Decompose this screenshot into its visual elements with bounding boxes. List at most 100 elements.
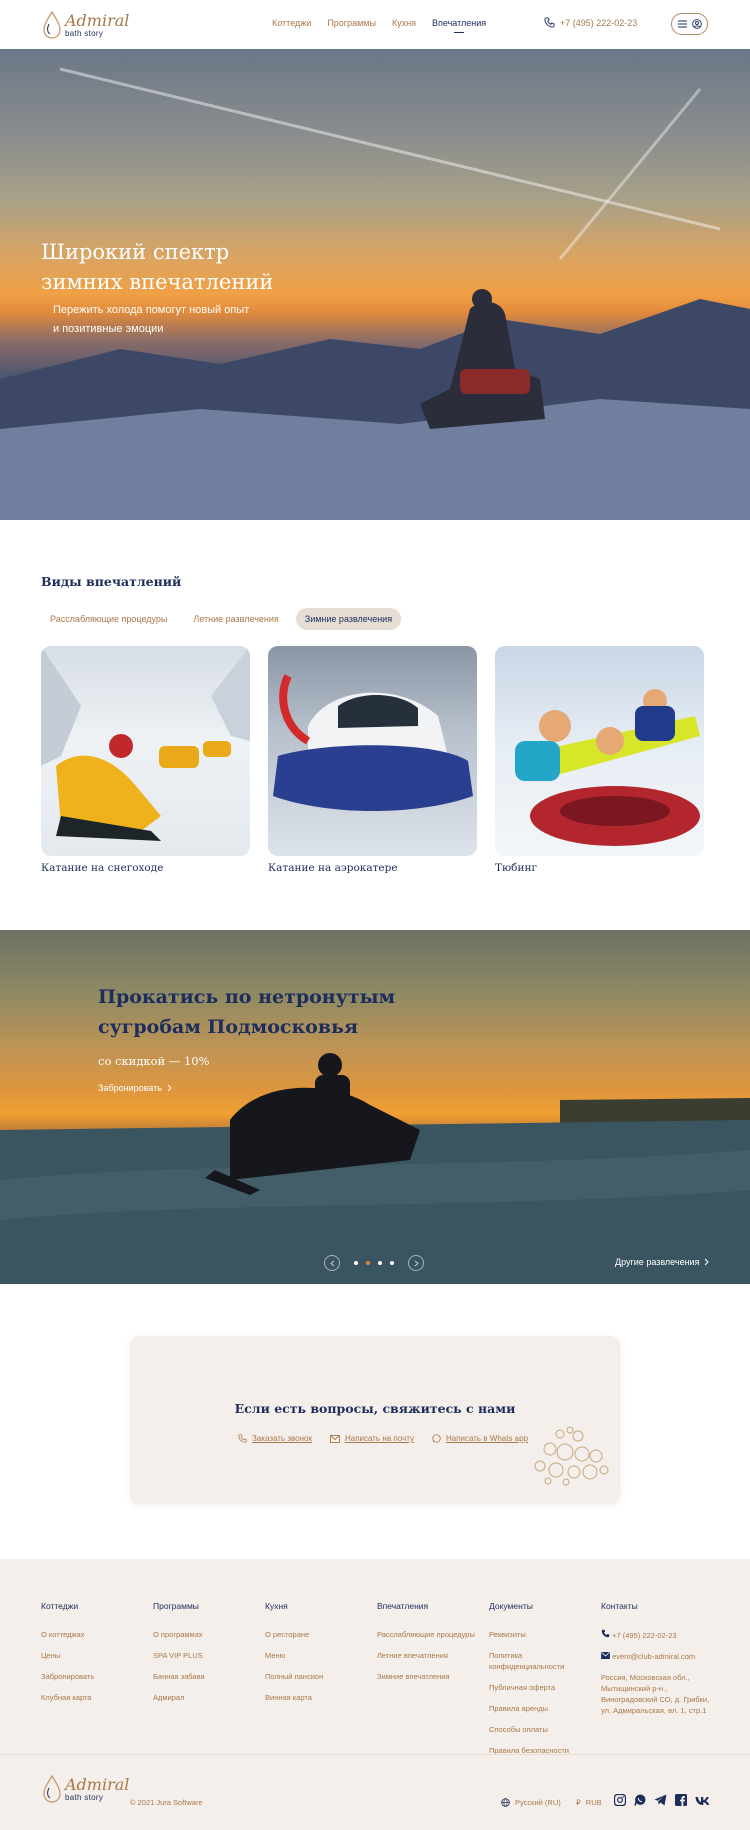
currency-label: RUB	[585, 1798, 602, 1807]
phone-icon	[601, 1629, 610, 1638]
tab-relaxing[interactable]: Расслабляющие процедуры	[41, 608, 176, 630]
footer-col-title: Коттеджи	[41, 1601, 79, 1611]
category-tabs: Расслабляющие процедуры Летние развлечен…	[41, 608, 402, 630]
mail-icon	[330, 1434, 340, 1443]
logo-drop-icon	[43, 1774, 61, 1803]
bubbles-decoration-icon	[534, 1426, 609, 1486]
footer-link[interactable]: Забронировать	[41, 1671, 94, 1682]
slider-dot-2[interactable]	[366, 1261, 370, 1265]
menu-profile-button[interactable]	[671, 13, 708, 35]
order-call-link[interactable]: Заказать звонок	[238, 1434, 312, 1443]
footer-link[interactable]: Банная забава	[153, 1671, 205, 1682]
hero-title: Широкий спектр зимних впечатлений	[41, 237, 273, 297]
section-title: Виды впечатлений	[41, 574, 182, 589]
contact-title: Если есть вопросы, свяжитесь с нами	[234, 1401, 516, 1416]
footer-divider	[0, 1754, 750, 1755]
footer-email: event@club-admiral.com	[612, 1652, 696, 1661]
footer-link[interactable]: Правила аренды	[489, 1703, 579, 1714]
hero-title-line2: зимних впечатлений	[41, 270, 274, 294]
footer-col-cottages: Коттеджи О коттеджах Цены Забронировать …	[41, 1601, 94, 1713]
slider-next-button[interactable]	[408, 1255, 424, 1271]
nav-kitchen[interactable]: Кухня	[392, 18, 416, 28]
hero-subtitle-line1: Пережить холода помогут новый опыт	[53, 304, 250, 316]
whatsapp-icon[interactable]	[634, 1793, 646, 1811]
promo-title-line2: сугробам Подмосковья	[98, 1016, 358, 1038]
site-footer: Коттеджи О коттеджах Цены Забронировать …	[0, 1559, 750, 1830]
book-link[interactable]: Забронировать	[98, 1083, 172, 1093]
currency-selector[interactable]: ₽ RUB	[576, 1798, 602, 1807]
footer-link[interactable]: О программах	[153, 1629, 205, 1640]
user-icon	[691, 19, 702, 29]
hero-subtitle: Пережить холода помогут новый опыт и поз…	[53, 301, 283, 339]
logo-link[interactable]: Admiral bath story	[41, 10, 129, 40]
chevron-right-icon	[705, 1258, 710, 1266]
currency-symbol: ₽	[576, 1798, 581, 1807]
whatsapp-icon	[432, 1434, 441, 1443]
footer-link[interactable]: Публичная оферта	[489, 1682, 579, 1693]
book-link-label: Забронировать	[98, 1083, 162, 1093]
footer-link[interactable]: Расслабляющие процедуры	[377, 1629, 475, 1640]
footer-link[interactable]: Адмирал	[153, 1692, 205, 1703]
footer-email-link[interactable]: event@club-admiral.com	[601, 1651, 716, 1662]
footer-link[interactable]: SPA VIP PLUS	[153, 1650, 205, 1661]
whatsapp-link[interactable]: Написать в Whats app	[432, 1434, 528, 1443]
card-snowmobile[interactable]: Катание на снегоходе	[41, 646, 250, 874]
footer-col-programs: Программы О программах SPA VIP PLUS Банн…	[153, 1601, 205, 1713]
footer-col-title: Впечатления	[377, 1601, 429, 1611]
footer-link[interactable]: Меню	[265, 1650, 323, 1661]
footer-link[interactable]: Зимние впечатления	[377, 1671, 475, 1682]
slider-prev-button[interactable]	[324, 1255, 340, 1271]
footer-col-title: Документы	[489, 1601, 533, 1611]
footer-logo-link[interactable]: Admiral bath story	[41, 1774, 129, 1804]
brand-name: Admiral	[65, 1774, 130, 1794]
footer-link[interactable]: Летние впечатления	[377, 1650, 475, 1661]
logo-drop-icon	[43, 10, 61, 39]
other-activities-label: Другие развлечения	[615, 1257, 700, 1267]
card-tubing[interactable]: Тюбинг	[495, 646, 704, 874]
footer-link[interactable]: Политика конфиденциальности	[489, 1650, 579, 1672]
card-tubing-title: Тюбинг	[495, 862, 537, 874]
card-hovercraft[interactable]: Катание на аэрокатере	[268, 646, 477, 874]
other-activities-link[interactable]: Другие развлечения	[615, 1257, 710, 1267]
footer-col-contacts: Контакты +7 (495) 222-02-23 event@club-a…	[601, 1601, 716, 1716]
footer-link[interactable]: Цены	[41, 1650, 94, 1661]
footer-link[interactable]: Способы оплаты	[489, 1724, 579, 1735]
footer-col-title: Контакты	[601, 1601, 638, 1611]
chevron-right-icon	[414, 1260, 419, 1266]
vk-icon[interactable]	[695, 1793, 711, 1811]
instagram-icon[interactable]	[613, 1793, 627, 1811]
brand-tagline: bath story	[65, 28, 104, 38]
promo-title-line1: Прокатись по нетронутым	[98, 986, 396, 1008]
menu-icon	[677, 20, 687, 28]
card-snowmobile-title: Катание на снегоходе	[41, 862, 164, 874]
header-phone-link[interactable]: +7 (495) 222-02-23	[544, 17, 637, 28]
tab-summer[interactable]: Летние развлечения	[184, 608, 287, 630]
slider-dot-1[interactable]	[354, 1261, 358, 1265]
slider-dot-4[interactable]	[390, 1261, 394, 1265]
phone-icon	[544, 17, 555, 28]
footer-link[interactable]: Реквизиты	[489, 1629, 579, 1640]
footer-link[interactable]: Полный пансион	[265, 1671, 323, 1682]
footer-col-documents: Документы Реквизиты Политика конфиденциа…	[489, 1601, 579, 1766]
footer-link[interactable]: Клубная карта	[41, 1692, 94, 1703]
hero-title-line1: Широкий спектр	[41, 240, 230, 264]
email-label: Написать на почту	[344, 1434, 414, 1443]
slider-dot-3[interactable]	[378, 1261, 382, 1265]
nav-cottages[interactable]: Коттеджи	[272, 18, 311, 28]
telegram-icon[interactable]	[654, 1793, 667, 1811]
footer-col-kitchen: Кухня О ресторане Меню Полный пансион Ви…	[265, 1601, 323, 1713]
email-link[interactable]: Написать на почту	[330, 1434, 414, 1443]
nav-programs[interactable]: Программы	[327, 18, 376, 28]
footer-link[interactable]: Винная карта	[265, 1692, 323, 1703]
card-snowmobile-image	[41, 646, 250, 856]
brand-name: Admiral	[65, 10, 130, 30]
footer-link[interactable]: О коттеджах	[41, 1629, 94, 1640]
footer-phone-link[interactable]: +7 (495) 222-02-23	[601, 1629, 716, 1641]
nav-impressions[interactable]: Впечатления	[432, 18, 486, 33]
language-selector[interactable]: Русский (RU)	[501, 1798, 561, 1807]
brand-tagline: bath story	[65, 1792, 104, 1802]
footer-link[interactable]: О ресторане	[265, 1629, 323, 1640]
tab-winter[interactable]: Зимние развлечения	[295, 608, 402, 630]
facebook-icon[interactable]	[675, 1793, 687, 1811]
hero-section: Широкий спектр зимних впечатлений Пережи…	[0, 49, 750, 520]
